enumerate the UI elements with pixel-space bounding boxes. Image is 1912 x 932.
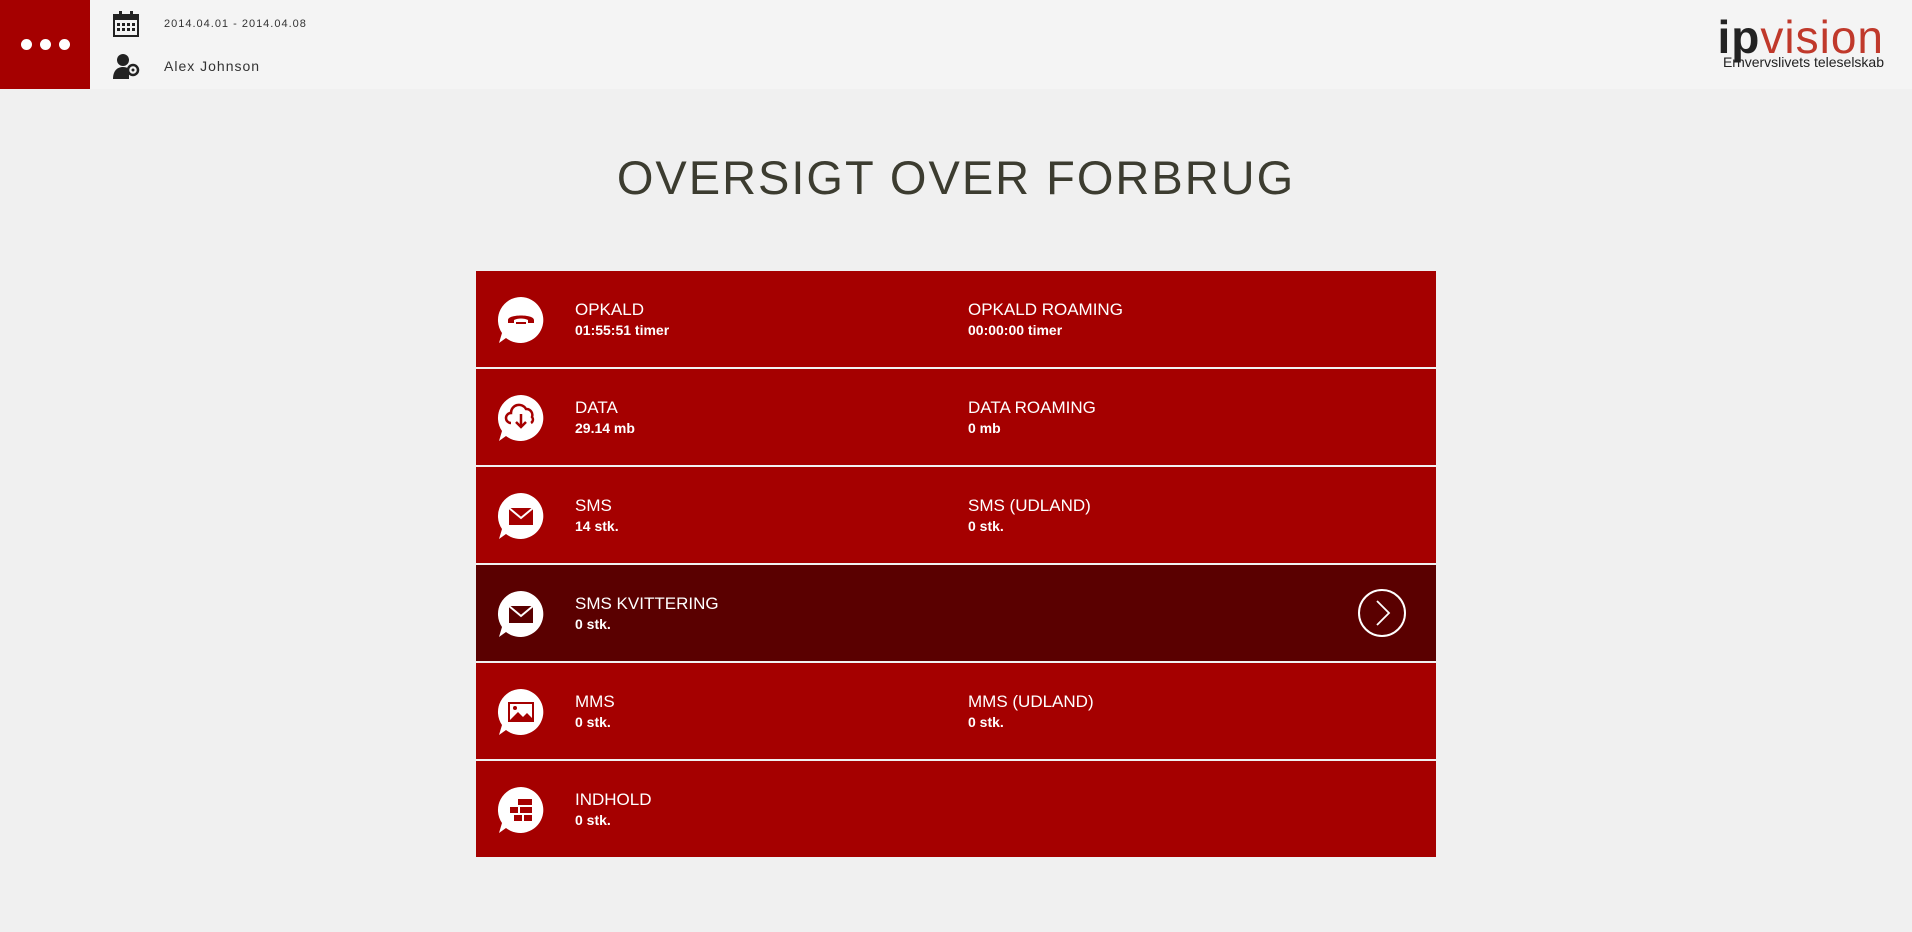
- calendar-icon: [113, 11, 139, 37]
- usage-label: DATA: [575, 398, 618, 417]
- usage-label: INDHOLD: [575, 790, 652, 809]
- usage-value: 0 stk.: [968, 518, 1004, 534]
- usage-value: 0 mb: [968, 420, 1001, 436]
- usage-row-sms-kvittering[interactable]: SMS KVITTERING 0 stk.: [476, 565, 1436, 661]
- page-title: OVERSIGT OVER FORBRUG: [616, 151, 1296, 204]
- usage-value: 0 stk.: [968, 714, 1004, 730]
- usage-value: 0 stk.: [575, 812, 611, 828]
- usage-value: 0 stk.: [575, 616, 611, 632]
- image-icon: [497, 689, 544, 735]
- usage-row-data[interactable]: DATA 29.14 mb DATA ROAMING 0 mb: [476, 369, 1436, 465]
- usage-cell-secondary: SMS (UDLAND) 0 stk.: [968, 496, 1091, 536]
- ellipsis-dot: [39, 39, 51, 50]
- usage-row-sms[interactable]: SMS 14 stk. SMS (UDLAND) 0 stk.: [476, 467, 1436, 563]
- usage-cell-primary: SMS KVITTERING 0 stk.: [575, 594, 719, 634]
- phone-icon: [497, 296, 544, 343]
- usage-label: OPKALD: [575, 300, 644, 319]
- usage-label: SMS: [575, 496, 612, 515]
- user-settings-icon: [113, 54, 140, 79]
- usage-label: MMS (UDLAND): [968, 692, 1094, 711]
- user-name: Alex Johnson: [164, 58, 261, 74]
- usage-cell-primary: OPKALD 01:55:51 timer: [575, 300, 669, 340]
- usage-row-mms[interactable]: MMS 0 stk. MMS (UDLAND) 0 stk.: [476, 663, 1436, 759]
- envelope-icon: [497, 492, 544, 539]
- usage-row-opkald[interactable]: OPKALD 01:55:51 timer OPKALD ROAMING 00:…: [476, 271, 1436, 367]
- date-range-text: 2014.04.01 - 2014.04.08: [164, 18, 307, 30]
- usage-value: 29.14 mb: [575, 420, 635, 436]
- details-arrow-button[interactable]: [1358, 589, 1406, 637]
- usage-list: OPKALD 01:55:51 timer OPKALD ROAMING 00:…: [476, 271, 1436, 859]
- usage-cell-secondary: DATA ROAMING 0 mb: [968, 398, 1096, 438]
- usage-value: 01:55:51 timer: [575, 322, 670, 338]
- usage-value: 14 stk.: [575, 518, 619, 534]
- blocks-icon: [497, 787, 544, 833]
- usage-label: DATA ROAMING: [968, 398, 1096, 417]
- date-range-row[interactable]: 2014.04.01 - 2014.04.08: [112, 10, 307, 38]
- usage-cell-primary: SMS 14 stk.: [575, 496, 619, 536]
- usage-cell-primary: INDHOLD 0 stk.: [575, 790, 652, 830]
- usage-label: SMS KVITTERING: [575, 594, 719, 613]
- usage-row-indhold[interactable]: INDHOLD 0 stk.: [476, 761, 1436, 857]
- usage-label: OPKALD ROAMING: [968, 300, 1123, 319]
- ellipsis-dot: [58, 39, 70, 50]
- cloud-download-icon: [497, 394, 544, 441]
- usage-value: 00:00:00 timer: [968, 322, 1063, 338]
- menu-button[interactable]: [0, 0, 90, 89]
- ipvision-logo: ipvision Erhvervslivets teleselskab: [1674, 14, 1885, 74]
- chevron-right-icon: [1376, 600, 1391, 626]
- usage-cell-primary: DATA 29.14 mb: [575, 398, 635, 438]
- user-row[interactable]: Alex Johnson: [112, 52, 260, 80]
- usage-cell-primary: MMS 0 stk.: [575, 692, 615, 732]
- usage-label: MMS: [575, 692, 615, 711]
- ellipsis-icon: [20, 39, 32, 50]
- usage-cell-secondary: OPKALD ROAMING 00:00:00 timer: [968, 300, 1123, 340]
- envelope-icon: [497, 591, 544, 637]
- usage-cell-secondary: MMS (UDLAND) 0 stk.: [968, 692, 1094, 732]
- usage-label: SMS (UDLAND): [968, 496, 1091, 515]
- logo-tagline: Erhvervslivets teleselskab: [1722, 54, 1884, 70]
- usage-value: 0 stk.: [575, 714, 611, 730]
- top-bar: 2014.04.01 - 2014.04.08 Alex Johnson ipv…: [0, 0, 1912, 89]
